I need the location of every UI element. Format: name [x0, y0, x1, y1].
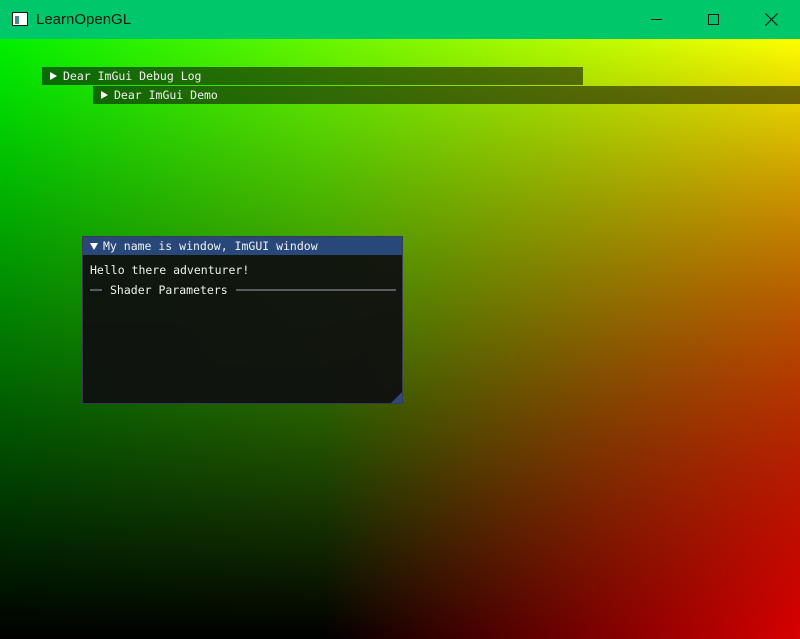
maximize-icon [707, 14, 719, 25]
greeting-text: Hello there adventurer! [90, 263, 250, 277]
collapse-arrow-icon[interactable] [101, 91, 108, 99]
imgui-demo-window[interactable]: Dear ImGui Demo [93, 86, 800, 104]
imgui-window-titlebar[interactable]: My name is window, ImGUI window [83, 237, 402, 255]
minimize-button[interactable] [627, 0, 685, 39]
collapse-arrow-icon[interactable] [50, 72, 57, 80]
imgui-window-title: My name is window, ImGUI window [103, 239, 318, 253]
imgui-window[interactable]: My name is window, ImGUI window Hello th… [82, 236, 403, 404]
separator-line-left [90, 289, 102, 291]
minimize-icon [650, 19, 662, 20]
maximize-button[interactable] [684, 0, 742, 39]
imgui-debug-log-window[interactable]: Dear ImGui Debug Log [42, 67, 583, 85]
close-button[interactable] [742, 0, 800, 39]
separator-label: Shader Parameters [110, 283, 228, 297]
resize-grip-icon[interactable] [391, 392, 402, 403]
expand-arrow-icon[interactable] [90, 242, 98, 250]
window-title: LearnOpenGL [36, 11, 132, 28]
close-icon [764, 13, 778, 26]
window-title-debug-log: Dear ImGui Debug Log [63, 69, 202, 83]
window-titlebar[interactable]: LearnOpenGL [0, 0, 800, 39]
separator-line-right [235, 289, 396, 291]
window-title-demo: Dear ImGui Demo [114, 88, 218, 102]
separator-shader-parameters: Shader Parameters [90, 283, 396, 297]
app-window-icon [12, 12, 28, 26]
